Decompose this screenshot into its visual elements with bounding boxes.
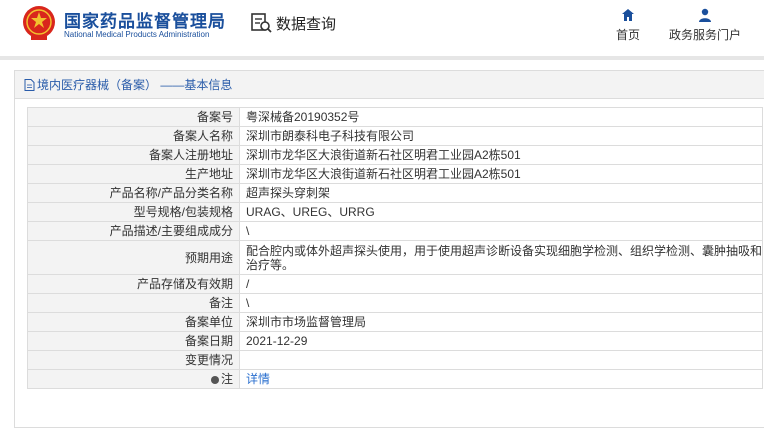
national-emblem-icon bbox=[23, 6, 55, 40]
table-row: 备案号 粤深械备20190352号 bbox=[27, 107, 763, 127]
row-value: 2021-12-29 bbox=[239, 331, 763, 351]
nav-home-label: 首页 bbox=[615, 28, 640, 42]
row-value: / bbox=[239, 274, 763, 294]
table-row: 产品描述/主要组成成分 \ bbox=[27, 221, 763, 241]
row-value: \ bbox=[239, 221, 763, 241]
nav-service-portal[interactable]: 政务服务门户 bbox=[664, 8, 746, 43]
table-row: 注 详情 bbox=[27, 369, 763, 389]
row-label: 预期用途 bbox=[27, 240, 240, 275]
table-row: 备案日期 2021-12-29 bbox=[27, 331, 763, 351]
nav-home[interactable]: 首页 bbox=[611, 8, 645, 43]
brand-title: 国家药品监督管理局 bbox=[64, 12, 226, 31]
row-label: 产品描述/主要组成成分 bbox=[27, 221, 240, 241]
site-header: 国家药品监督管理局 National Medical Products Admi… bbox=[0, 0, 764, 60]
row-label: 变更情况 bbox=[27, 350, 240, 370]
table-row: 变更情况 bbox=[27, 350, 763, 370]
detail-panel: 境内医疗器械（备案） ——基本信息 备案号 粤深械备20190352号 备案人名… bbox=[14, 70, 764, 428]
row-label: 生产地址 bbox=[27, 164, 240, 184]
row-value: 深圳市市场监督管理局 bbox=[239, 312, 763, 332]
row-value: 深圳市龙华区大浪街道新石社区明君工业园A2栋501 bbox=[239, 145, 763, 165]
row-value: 配合腔内或体外超声探头使用，用于使用超声诊断设备实现细胞学检测、组织学检测、囊肿… bbox=[239, 240, 763, 275]
details-link[interactable]: 详情 bbox=[246, 372, 270, 386]
row-label: 备案单位 bbox=[27, 312, 240, 332]
row-value: 超声探头穿刺架 bbox=[239, 183, 763, 203]
row-label: 备注 bbox=[27, 293, 240, 313]
row-value: 深圳市朗泰科电子科技有限公司 bbox=[239, 126, 763, 146]
table-row: 备案单位 深圳市市场监督管理局 bbox=[27, 312, 763, 332]
data-query-link[interactable]: 数据查询 bbox=[250, 12, 336, 34]
table-row: 生产地址 深圳市龙华区大浪街道新石社区明君工业园A2栋501 bbox=[27, 164, 763, 184]
row-label: 备案人名称 bbox=[27, 126, 240, 146]
row-value: 粤深械备20190352号 bbox=[239, 107, 763, 127]
brand-subtitle: National Medical Products Administration bbox=[64, 30, 210, 39]
row-value: URAG、UREG、URRG bbox=[239, 202, 763, 222]
table-row: 产品名称/产品分类名称 超声探头穿刺架 bbox=[27, 183, 763, 203]
home-icon bbox=[622, 9, 634, 21]
row-value bbox=[239, 350, 763, 370]
row-value: 深圳市龙华区大浪街道新石社区明君工业园A2栋501 bbox=[239, 164, 763, 184]
row-label-note: 注 bbox=[27, 369, 240, 389]
table-row: 备案人名称 深圳市朗泰科电子科技有限公司 bbox=[27, 126, 763, 146]
data-query-label: 数据查询 bbox=[276, 15, 337, 33]
panel-title: 境内医疗器械（备案） ——基本信息 bbox=[15, 71, 764, 99]
table-row: 产品存储及有效期 / bbox=[27, 274, 763, 294]
document-icon bbox=[24, 78, 35, 91]
row-label: 备案日期 bbox=[27, 331, 240, 351]
user-icon bbox=[699, 8, 711, 22]
row-label: 备案号 bbox=[27, 107, 240, 127]
row-value: \ bbox=[239, 293, 763, 313]
table-row: 备案人注册地址 深圳市龙华区大浪街道新石社区明君工业园A2栋501 bbox=[27, 145, 763, 165]
table-row: 预期用途 配合腔内或体外超声探头使用，用于使用超声诊断设备实现细胞学检测、组织学… bbox=[27, 240, 763, 275]
nav-service-label: 政务服务门户 bbox=[668, 28, 741, 42]
row-label: 产品存储及有效期 bbox=[27, 274, 240, 294]
pin-icon bbox=[210, 376, 219, 384]
row-label: 型号规格/包装规格 bbox=[27, 202, 240, 222]
row-label: 备案人注册地址 bbox=[27, 145, 240, 165]
data-search-icon bbox=[251, 13, 272, 33]
note-label: 注 bbox=[220, 372, 233, 386]
table-row: 备注 \ bbox=[27, 293, 763, 313]
info-table: 备案号 粤深械备20190352号 备案人名称 深圳市朗泰科电子科技有限公司 备… bbox=[27, 107, 763, 389]
row-label: 产品名称/产品分类名称 bbox=[27, 183, 240, 203]
row-value: 详情 bbox=[239, 369, 763, 389]
panel-title-text: 境内医疗器械（备案） ——基本信息 bbox=[37, 78, 233, 92]
table-row: 型号规格/包装规格 URAG、UREG、URRG bbox=[27, 202, 763, 222]
